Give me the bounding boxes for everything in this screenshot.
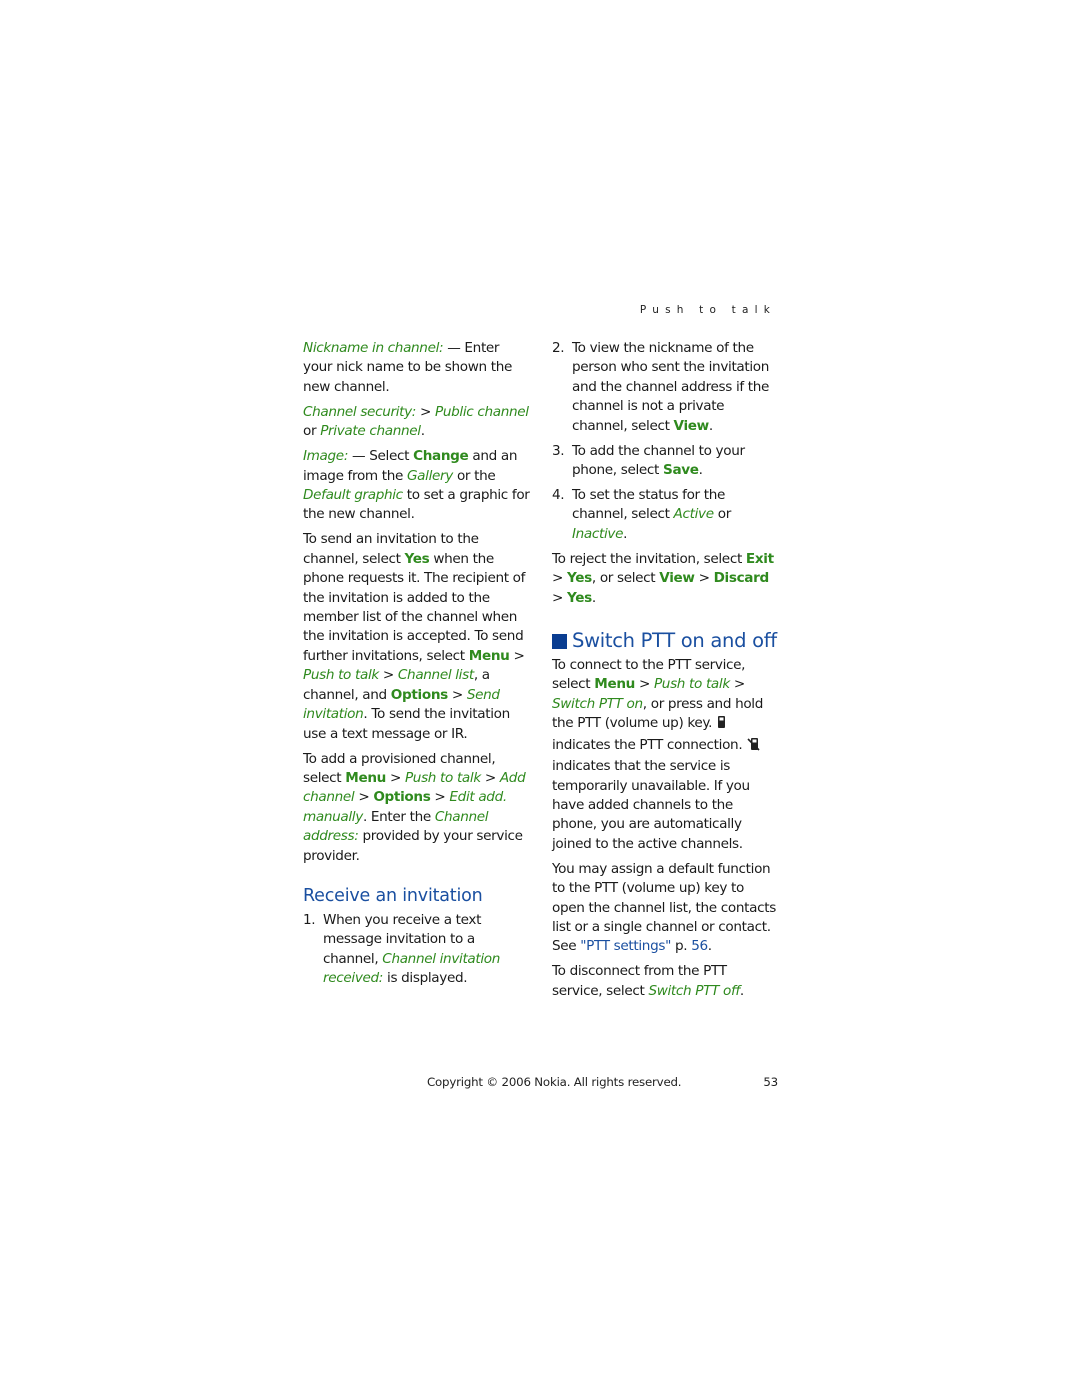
security-term: Channel security:	[303, 403, 417, 420]
square-bullet-icon	[552, 633, 567, 649]
active-label: Active	[673, 506, 715, 523]
push-to-talk-label: Push to talk	[303, 667, 379, 684]
step-number: 3.	[552, 442, 565, 459]
ptt-settings-link[interactable]: "PTT settings"	[580, 938, 671, 954]
channel-list-label: Channel list	[397, 667, 474, 684]
discard-label: Discard	[713, 570, 770, 587]
separator: >	[430, 789, 450, 806]
step-number: 4.	[552, 487, 565, 504]
text: . Enter the	[362, 808, 435, 825]
text: or	[303, 423, 321, 440]
menu-label: Menu	[345, 769, 386, 786]
send-invitation-paragraph: To send an invitation to the channel, se…	[303, 530, 531, 743]
step-number: 1.	[303, 911, 316, 928]
separator: >	[354, 789, 374, 806]
connect-ptt-paragraph: To connect to the PTT service, select Me…	[552, 656, 780, 854]
step-2: 2. To view the nickname of the person wh…	[552, 339, 780, 436]
text: is displayed.	[383, 970, 468, 987]
yes-label: Yes	[404, 550, 430, 567]
public-channel-option: Public channel	[435, 403, 529, 420]
separator: >	[378, 667, 398, 684]
running-header: Push to talk	[639, 304, 776, 316]
text: To view the nickname of the person who s…	[572, 340, 770, 434]
image-term: Image:	[303, 448, 349, 465]
separator: >	[634, 676, 654, 693]
security-definition: Channel security: > Public channel or Pr…	[303, 403, 531, 442]
nickname-term: Nickname in channel:	[303, 340, 444, 356]
text: .	[591, 589, 596, 606]
page-reference-link[interactable]: 56	[691, 938, 708, 954]
copyright-notice: Copyright © 2006 Nokia. All rights reser…	[427, 1075, 682, 1089]
text: or the	[452, 467, 496, 484]
step-text: To view the nickname of the person who s…	[572, 339, 780, 436]
text: To add the channel to your phone, select	[572, 442, 745, 479]
step-text: To set the status for the channel, selec…	[572, 486, 780, 544]
separator: >	[552, 570, 568, 587]
reject-invitation-paragraph: To reject the invitation, select Exit > …	[552, 550, 780, 608]
view-label: View	[673, 417, 710, 434]
step-text: When you receive a text message invitati…	[323, 911, 531, 989]
assign-function-paragraph: You may assign a default function to the…	[552, 860, 780, 957]
step-4: 4. To set the status for the channel, se…	[552, 486, 780, 544]
separator: >	[509, 647, 525, 664]
heading-text: Switch PTT on and off	[572, 629, 777, 653]
change-label: Change	[413, 448, 469, 465]
yes-label: Yes	[567, 570, 592, 587]
text: .	[739, 982, 744, 999]
push-to-talk-label: Push to talk	[653, 676, 730, 693]
step-1: 1. When you receive a text message invit…	[303, 911, 531, 989]
menu-label: Menu	[594, 676, 635, 693]
ptt-unavailable-icon	[747, 737, 760, 757]
yes-label: Yes	[567, 589, 592, 606]
disconnect-ptt-paragraph: To disconnect from the PTT service, sele…	[552, 962, 780, 1001]
step-text: To add the channel to your phone, select…	[572, 442, 780, 481]
menu-label: Menu	[468, 647, 510, 664]
separator: >	[552, 589, 568, 606]
view-label: View	[659, 570, 695, 587]
ptt-connected-icon	[717, 715, 726, 735]
separator: >	[416, 403, 436, 420]
text: , or select	[591, 570, 660, 587]
switch-ptt-off-label: Switch PTT off	[648, 982, 740, 999]
separator: >	[694, 570, 714, 587]
separator: >	[480, 769, 500, 786]
receive-invitation-heading: Receive an invitation	[303, 885, 483, 906]
exit-label: Exit	[745, 550, 774, 567]
text: .	[698, 462, 703, 479]
text: .	[707, 938, 712, 955]
gallery-label: Gallery	[407, 467, 453, 484]
nickname-definition: Nickname in channel: — Enter your nick n…	[303, 339, 531, 397]
separator: >	[729, 676, 745, 693]
push-to-talk-label: Push to talk	[404, 769, 481, 786]
provisioned-channel-paragraph: To add a provisioned channel, select Men…	[303, 750, 531, 866]
private-channel-option: Private channel	[320, 423, 421, 440]
text: p.	[670, 938, 692, 955]
left-column: Nickname in channel: — Enter your nick n…	[303, 339, 531, 994]
inactive-label: Inactive	[572, 525, 624, 542]
step-3: 3. To add the channel to your phone, sel…	[552, 442, 780, 481]
text: indicates that the service is temporaril…	[552, 758, 750, 852]
text: or	[713, 506, 732, 523]
switch-ptt-heading: Switch PTT on and off	[552, 629, 780, 653]
switch-ptt-on-label: Switch PTT on	[552, 695, 643, 712]
image-definition: Image: — Select Change and an image from…	[303, 447, 531, 525]
text: indicates the PTT connection.	[552, 736, 743, 753]
save-label: Save	[663, 462, 699, 479]
separator: >	[447, 686, 467, 703]
options-label: Options	[390, 686, 448, 703]
text: To reject the invitation, select	[552, 550, 746, 567]
text: .	[623, 525, 628, 542]
text: .	[708, 417, 713, 434]
right-column: 2. To view the nickname of the person wh…	[552, 339, 780, 1007]
text: — Select	[348, 448, 414, 465]
separator: >	[385, 769, 405, 786]
default-graphic-label: Default graphic	[303, 487, 403, 504]
text: .	[420, 423, 425, 440]
options-label: Options	[373, 789, 431, 806]
page-number: 53	[763, 1075, 778, 1089]
step-number: 2.	[552, 340, 565, 356]
